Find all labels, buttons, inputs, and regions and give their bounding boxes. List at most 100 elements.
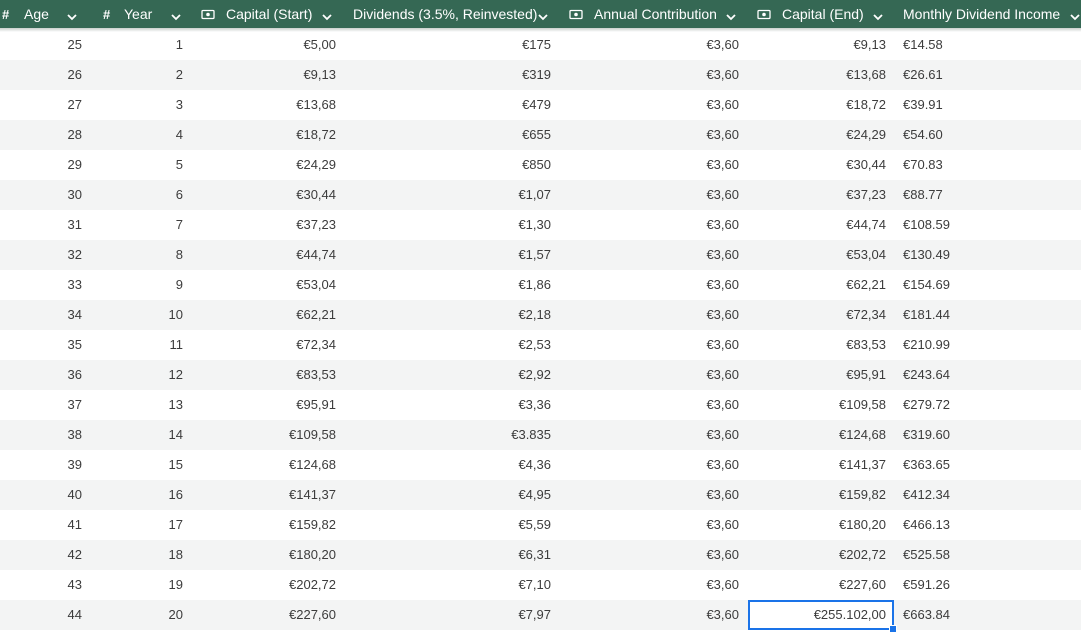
table-cell[interactable]: 12 <box>100 360 183 390</box>
table-cell[interactable]: 32 <box>0 240 82 270</box>
table-cell[interactable]: 28 <box>0 120 82 150</box>
table-cell[interactable]: €850 <box>350 150 551 180</box>
table-cell[interactable]: 35 <box>0 330 82 360</box>
column-header-label[interactable]: Capital (Start) <box>226 0 312 28</box>
chevron-down-icon[interactable] <box>725 9 737 27</box>
table-cell[interactable]: €3,60 <box>560 60 739 90</box>
table-cell[interactable]: 9 <box>100 270 183 300</box>
table-cell[interactable]: 39 <box>0 450 82 480</box>
table-cell[interactable]: €319 <box>350 60 551 90</box>
table-cell[interactable]: €466.13 <box>903 510 1081 540</box>
table-cell[interactable]: €1,30 <box>350 210 551 240</box>
chevron-down-icon[interactable] <box>66 9 78 27</box>
table-cell[interactable]: €18,72 <box>748 90 894 120</box>
table-cell[interactable]: €3,60 <box>560 570 739 600</box>
table-cell[interactable]: 10 <box>100 300 183 330</box>
table-cell[interactable]: €159,82 <box>200 510 336 540</box>
table-cell[interactable]: €95,91 <box>200 390 336 420</box>
table-cell[interactable]: €3,60 <box>560 240 739 270</box>
table-cell[interactable]: 25 <box>0 30 82 60</box>
table-cell[interactable]: €37,23 <box>748 180 894 210</box>
table-cell[interactable]: 29 <box>0 150 82 180</box>
column-header-label[interactable]: Annual Contribution <box>594 0 717 28</box>
table-cell[interactable]: 20 <box>100 600 183 630</box>
table-cell[interactable]: 42 <box>0 540 82 570</box>
table-cell[interactable]: €72,34 <box>748 300 894 330</box>
table-cell[interactable]: 15 <box>100 450 183 480</box>
table-cell[interactable]: 37 <box>0 390 82 420</box>
table-cell[interactable]: €3,60 <box>560 90 739 120</box>
table-cell[interactable]: €159,82 <box>748 480 894 510</box>
table-cell[interactable]: €3,60 <box>560 300 739 330</box>
table-cell[interactable]: €72,34 <box>200 330 336 360</box>
table-cell[interactable]: 7 <box>100 210 183 240</box>
table-cell[interactable]: €83,53 <box>200 360 336 390</box>
table-cell[interactable]: €108.59 <box>903 210 1081 240</box>
table-cell[interactable]: 3 <box>100 90 183 120</box>
table-cell[interactable]: €202,72 <box>200 570 336 600</box>
table-cell[interactable]: €130.49 <box>903 240 1081 270</box>
table-cell[interactable]: €13,68 <box>200 90 336 120</box>
table-cell[interactable]: €70.83 <box>903 150 1081 180</box>
table-cell[interactable]: €7,97 <box>350 600 551 630</box>
chevron-down-icon[interactable] <box>170 9 182 27</box>
table-cell[interactable]: €26.61 <box>903 60 1081 90</box>
table-cell[interactable]: 14 <box>100 420 183 450</box>
table-cell[interactable]: €180,20 <box>748 510 894 540</box>
table-cell[interactable]: 34 <box>0 300 82 330</box>
table-cell[interactable]: €1,07 <box>350 180 551 210</box>
table-cell[interactable]: €1,86 <box>350 270 551 300</box>
chevron-down-icon[interactable] <box>537 9 549 27</box>
table-cell[interactable]: €109,58 <box>748 390 894 420</box>
table-cell[interactable]: €5,00 <box>200 30 336 60</box>
table-cell[interactable]: €54.60 <box>903 120 1081 150</box>
table-cell[interactable]: €9,13 <box>748 30 894 60</box>
table-cell[interactable]: 40 <box>0 480 82 510</box>
table-cell[interactable]: €202,72 <box>748 540 894 570</box>
table-cell[interactable]: 33 <box>0 270 82 300</box>
table-cell[interactable]: 43 <box>0 570 82 600</box>
chevron-down-icon[interactable] <box>321 9 333 27</box>
table-cell[interactable]: €4,36 <box>350 450 551 480</box>
column-header-label[interactable]: Dividends (3.5%, Reinvested) <box>353 0 537 28</box>
table-cell[interactable]: 44 <box>0 600 82 630</box>
selected-cell[interactable]: €255.102,00 <box>748 600 897 632</box>
table-cell[interactable]: 11 <box>100 330 184 360</box>
column-header-label[interactable]: Monthly Dividend Income <box>903 0 1060 28</box>
table-cell[interactable]: 2 <box>100 60 183 90</box>
table-cell[interactable]: €9,13 <box>200 60 336 90</box>
table-cell[interactable]: 36 <box>0 360 82 390</box>
table-cell[interactable]: €83,53 <box>748 330 894 360</box>
table-cell[interactable]: €44,74 <box>748 210 894 240</box>
column-header-label[interactable]: Year <box>124 0 152 28</box>
table-cell[interactable]: €6,31 <box>350 540 551 570</box>
table-cell[interactable]: €3,60 <box>560 330 739 360</box>
table-cell[interactable]: €175 <box>350 30 551 60</box>
table-cell[interactable]: €2,53 <box>350 330 551 360</box>
table-cell[interactable]: €39.91 <box>903 90 1081 120</box>
table-cell[interactable]: €24,29 <box>200 150 336 180</box>
table-cell[interactable]: €62,21 <box>748 270 894 300</box>
table-cell[interactable]: €412.34 <box>903 480 1081 510</box>
table-cell[interactable]: €62,21 <box>200 300 336 330</box>
table-cell[interactable]: €141,37 <box>748 450 894 480</box>
table-cell[interactable]: €479 <box>350 90 551 120</box>
table-cell[interactable]: 1 <box>100 30 183 60</box>
table-cell[interactable]: €1,57 <box>350 240 551 270</box>
table-cell[interactable]: €180,20 <box>200 540 336 570</box>
table-cell[interactable]: €663.84 <box>903 600 1081 630</box>
table-cell[interactable]: €3,60 <box>560 150 739 180</box>
table-cell[interactable]: €124,68 <box>748 420 894 450</box>
table-cell[interactable]: 8 <box>100 240 183 270</box>
table-cell[interactable]: 4 <box>100 120 183 150</box>
table-cell[interactable]: €243.64 <box>903 360 1081 390</box>
table-cell[interactable]: €3,60 <box>560 510 739 540</box>
table-cell[interactable]: €53,04 <box>200 270 336 300</box>
table-cell[interactable]: €53,04 <box>748 240 894 270</box>
table-cell[interactable]: €3,60 <box>560 450 739 480</box>
table-cell[interactable]: €3,60 <box>560 540 739 570</box>
table-cell[interactable]: €5,59 <box>350 510 551 540</box>
table-cell[interactable]: €13,68 <box>748 60 894 90</box>
table-cell[interactable]: €141,37 <box>200 480 336 510</box>
table-cell[interactable]: €3,60 <box>560 600 739 630</box>
